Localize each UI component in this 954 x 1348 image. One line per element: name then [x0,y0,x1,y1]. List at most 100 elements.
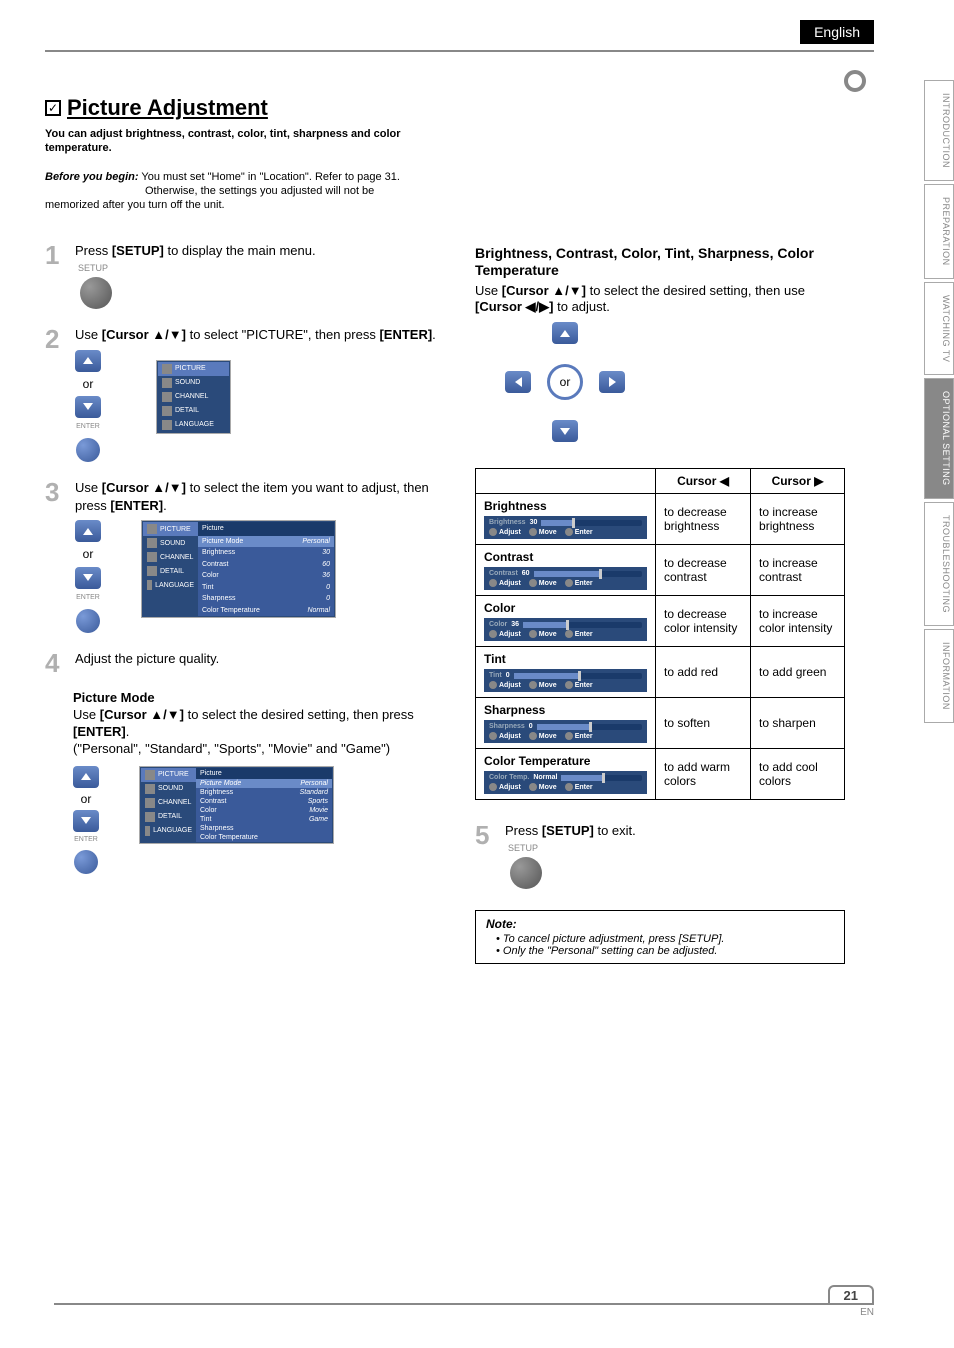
ctrl-move: Move [529,579,557,587]
nav-channel: CHANNEL [141,796,196,810]
menu-item-language: LANGUAGE [158,418,229,432]
slider-value: 30 [530,519,538,526]
cell-left-action: to decrease brightness [656,494,751,545]
step-2: 2 Use [Cursor ▲/▼] to select "PICTURE", … [45,326,445,465]
menu-row-0: Picture ModePersonal [196,779,332,788]
before-text: You must set "Home" in "Location". Refer… [141,171,400,183]
pl4: Tint [202,583,213,592]
cursor-up-icon [552,322,578,344]
menu-row-2: ContrastSports [196,797,332,806]
step-1: 1 Press [SETUP] to display the main menu… [45,242,445,312]
picture-mode-body: Use [Cursor ▲/▼] to select the desired s… [73,707,445,758]
cell-left-action: to add warm colors [656,749,751,800]
enter-icon [565,630,573,638]
nav-picture: PICTURE [141,768,196,782]
nav-sound: SOUND [141,782,196,796]
n4p3: DETAIL [158,813,182,820]
th-cursor-right: Cursor ▶ [751,469,845,494]
sound-icon [162,378,172,388]
detail-icon [162,406,172,416]
q2v: Sports [308,798,328,805]
steps: 1 Press [SETUP] to display the main menu… [45,242,445,876]
row-label: Color Temperature [484,754,647,768]
enter-button-icon [76,609,100,633]
ctrl-move: Move [529,681,557,689]
ctrl-adjust: Adjust [489,630,521,638]
menu-main: Picture Picture ModePersonal BrightnessS… [196,768,332,842]
slider-bar [541,520,642,526]
s3d: [ENTER] [110,498,163,513]
cell-left-action: to add red [656,647,751,698]
column-left: ✓ Picture Adjustment You can adjust brig… [45,95,445,964]
column-right: Brightness, Contrast, Color, Tint, Sharp… [475,245,845,964]
language-badge: English [800,20,874,44]
menu-item-detail: DETAIL [158,404,229,418]
s5c: to exit. [594,823,636,838]
or-text: or [81,792,92,806]
ctrl-enter: Enter [565,528,593,536]
ctrl-move: Move [529,630,557,638]
pma: Use [73,707,100,722]
adjustment-table: Cursor ◀ Cursor ▶ BrightnessBrightness30… [475,468,845,800]
row-head-brightness: BrightnessBrightness30AdjustMoveEnter [476,494,656,545]
dpad-icon [489,579,497,587]
pl3: Color [202,571,219,580]
rsc: to select the desired setting, then use [586,283,805,298]
step4-dpad: or ENTER [73,766,99,877]
nav-language: LANGUAGE [143,578,198,592]
sound-icon [145,784,155,794]
ctrl-adjust: Adjust [489,732,521,740]
enter-label: ENTER [76,422,100,431]
np1: SOUND [160,539,185,548]
cell-right-action: to increase color intensity [751,596,845,647]
menu-screenshot-step4: PICTURE SOUND CHANNEL DETAIL LANGUAGE Pi… [139,766,334,844]
detail-icon [145,812,155,822]
side-tab-troubleshooting: TROUBLESHOOTING [924,502,954,626]
step-number-3: 3 [45,479,65,636]
panel-title: Picture [196,768,332,779]
slider-panel: Color36AdjustMoveEnter [484,618,647,641]
row-head-color-temperature: Color TemperatureColor Temp.NormalAdjust… [476,749,656,800]
pv4: 0 [326,583,330,592]
slider-value: 60 [522,570,530,577]
dpad-icon [529,528,537,536]
note-box: Note: To cancel picture adjustment, pres… [475,910,845,964]
dpad-icon [529,630,537,638]
footer: 21 EN [794,1285,874,1318]
enter-icon [565,732,573,740]
row-head-contrast: ContrastContrast60AdjustMoveEnter [476,545,656,596]
menu-screenshot-step2: PICTURE SOUND CHANNEL DETAIL LANGUAGE [156,360,231,434]
enter-label: ENTER [74,836,98,843]
or-text: or [83,376,94,392]
language-icon [147,580,152,590]
s3a: Use [75,480,102,495]
nav-picture: PICTURE [143,522,198,536]
picture-icon [147,524,157,534]
pm-options: ("Personal", "Standard", "Sports", "Movi… [73,741,390,756]
cursor-right-icon [599,371,625,393]
footer-rule [54,1303,874,1305]
slider-bar [561,775,642,781]
ctrl-move: Move [529,528,557,536]
slider-bar [514,673,642,679]
enter-button-icon [74,850,98,874]
picture-mode-heading: Picture Mode [73,690,445,705]
menu-row-4: TintGame [196,815,332,824]
ctrl-adjust: Adjust [489,579,521,587]
pv3: 36 [322,571,330,580]
detail-icon [147,566,157,576]
pv6: Normal [307,606,330,615]
note-list: To cancel picture adjustment, press [SET… [486,933,834,957]
pv5: 0 [326,594,330,603]
dpad-icon [489,528,497,536]
table-row: Color TemperatureColor Temp.NormalAdjust… [476,749,845,800]
dpad-icon [489,681,497,689]
nav-channel: CHANNEL [143,550,198,564]
cell-right-action: to increase contrast [751,545,845,596]
th-cursor-left: Cursor ◀ [656,469,751,494]
ctrl-enter: Enter [565,630,593,638]
step4-text: Adjust the picture quality. [75,651,219,666]
cursor-up-icon [75,350,101,372]
setup-label: SETUP [508,842,845,854]
n4p0: PICTURE [158,771,189,778]
